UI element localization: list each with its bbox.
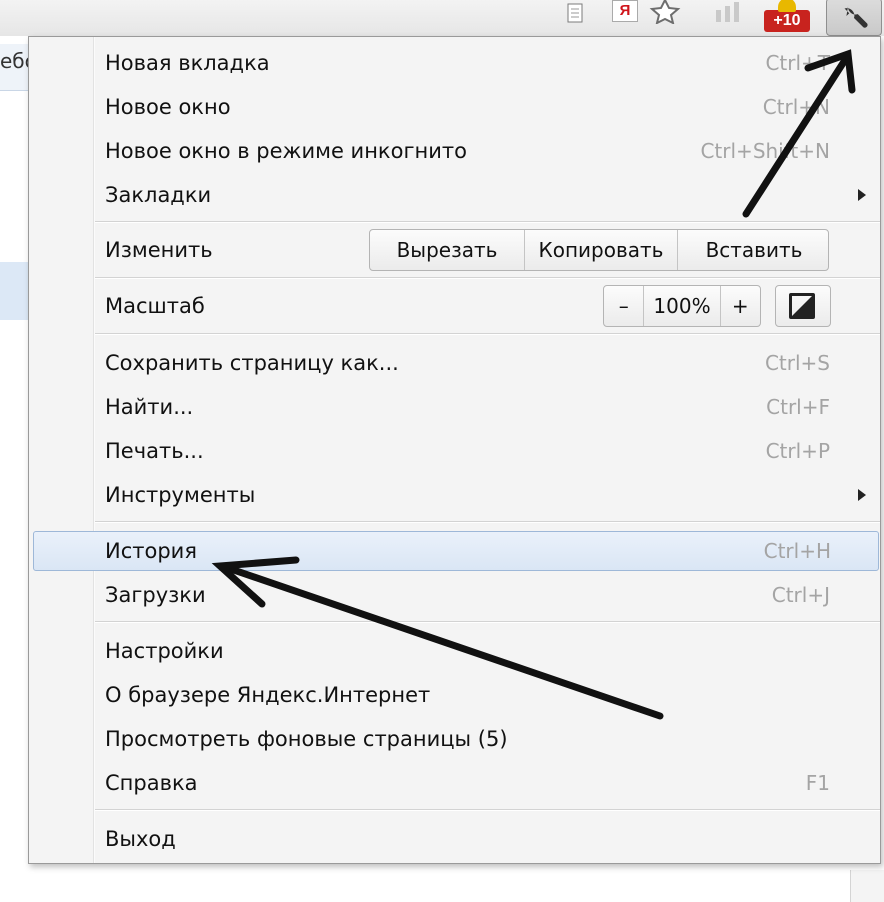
submenu-arrow-icon [858,189,866,201]
menu-separator [95,277,880,279]
menu-item-label: Закладки [105,183,212,207]
menu-item-help[interactable]: Справка F1 [29,761,880,805]
menu-item-print[interactable]: Печать... Ctrl+P [29,429,880,473]
menu-item-label: Инструменты [105,483,256,507]
menu-item-settings[interactable]: Настройки [29,629,880,673]
menu-item-shortcut: Ctrl+S [764,351,830,375]
gplus-icon[interactable]: +10 [764,0,810,32]
menu-item-incognito[interactable]: Новое окно в режиме инкогнито Ctrl+Shift… [29,129,880,173]
browser-toolbar: Я +10 [0,0,884,36]
yandex-icon[interactable]: Я [612,0,638,22]
zoom-label: Масштаб [105,294,205,318]
menu-separator [95,333,880,335]
browser-main-menu: Новая вкладка Ctrl+T Новое окно Ctrl+N Н… [28,36,881,864]
zoom-control: – 100% + [603,285,761,327]
menu-item-shortcut: Ctrl+T [765,51,830,75]
copy-button[interactable]: Копировать [525,230,678,270]
menu-item-shortcut: Ctrl+F [766,395,830,419]
behind-page-text: ебс [0,49,28,73]
fullscreen-button[interactable] [775,285,831,327]
menu-item-label: Найти... [105,395,194,419]
wrench-icon [844,4,868,28]
bars-icon[interactable] [712,2,744,22]
gplus-badge-count: +10 [773,12,801,29]
menu-item-background-pages[interactable]: Просмотреть фоновые страницы (5) [29,717,880,761]
zoom-level-value: 100% [644,286,721,326]
menu-item-label: Новое окно [105,95,231,119]
menu-item-save-page[interactable]: Сохранить страницу как... Ctrl+S [29,341,880,385]
menu-separator [95,621,880,623]
menu-item-shortcut: Ctrl+P [765,439,830,463]
menu-item-shortcut: Ctrl+J [771,583,830,607]
menu-item-new-tab[interactable]: Новая вкладка Ctrl+T [29,41,880,85]
menu-separator [95,521,880,523]
menu-item-label: Загрузки [105,583,206,607]
edit-button-group: Вырезать Копировать Вставить [369,229,829,271]
menu-item-label: Новое окно в режиме инкогнито [105,139,467,163]
menu-item-label: Печать... [105,439,204,463]
menu-item-shortcut: Ctrl+N [762,95,830,119]
menu-item-history[interactable]: История Ctrl+H [33,531,879,571]
menu-item-find[interactable]: Найти... Ctrl+F [29,385,880,429]
fullscreen-icon [789,293,815,319]
menu-item-label: История [105,539,197,563]
bell-icon [778,0,796,12]
menu-item-exit[interactable]: Выход [29,817,880,861]
star-icon[interactable] [648,0,682,24]
menu-item-label: Сохранить страницу как... [105,351,399,375]
menu-item-label: Настройки [105,639,224,663]
menu-item-label: О браузере Яндекс.Интернет [105,683,431,707]
menu-item-label: Новая вкладка [105,51,270,75]
behind-page-corner [850,870,884,902]
behind-page-fragment: ебс [0,44,28,91]
menu-item-shortcut: F1 [805,771,830,795]
menu-item-new-window[interactable]: Новое окно Ctrl+N [29,85,880,129]
menu-item-label: Справка [105,771,198,795]
zoom-in-button[interactable]: + [721,286,760,326]
submenu-arrow-icon [858,489,866,501]
yandex-letter: Я [619,2,631,19]
menu-item-tools[interactable]: Инструменты [29,473,880,517]
behind-page-selection [0,262,28,320]
menu-item-shortcut: Ctrl+H [763,539,831,563]
paste-button[interactable]: Вставить [678,230,828,270]
edit-label: Изменить [105,238,213,262]
menu-item-label: Выход [105,827,176,851]
menu-item-label: Просмотреть фоновые страницы (5) [105,727,508,751]
menu-item-downloads[interactable]: Загрузки Ctrl+J [29,573,880,617]
menu-item-bookmarks[interactable]: Закладки [29,173,880,217]
page-icon[interactable] [565,2,587,24]
cut-button[interactable]: Вырезать [370,230,525,270]
menu-separator [95,221,880,223]
menu-item-about[interactable]: О браузере Яндекс.Интернет [29,673,880,717]
menu-separator [95,809,880,811]
wrench-button[interactable] [826,0,882,36]
zoom-out-button[interactable]: – [604,286,645,326]
menu-item-shortcut: Ctrl+Shift+N [700,139,830,163]
